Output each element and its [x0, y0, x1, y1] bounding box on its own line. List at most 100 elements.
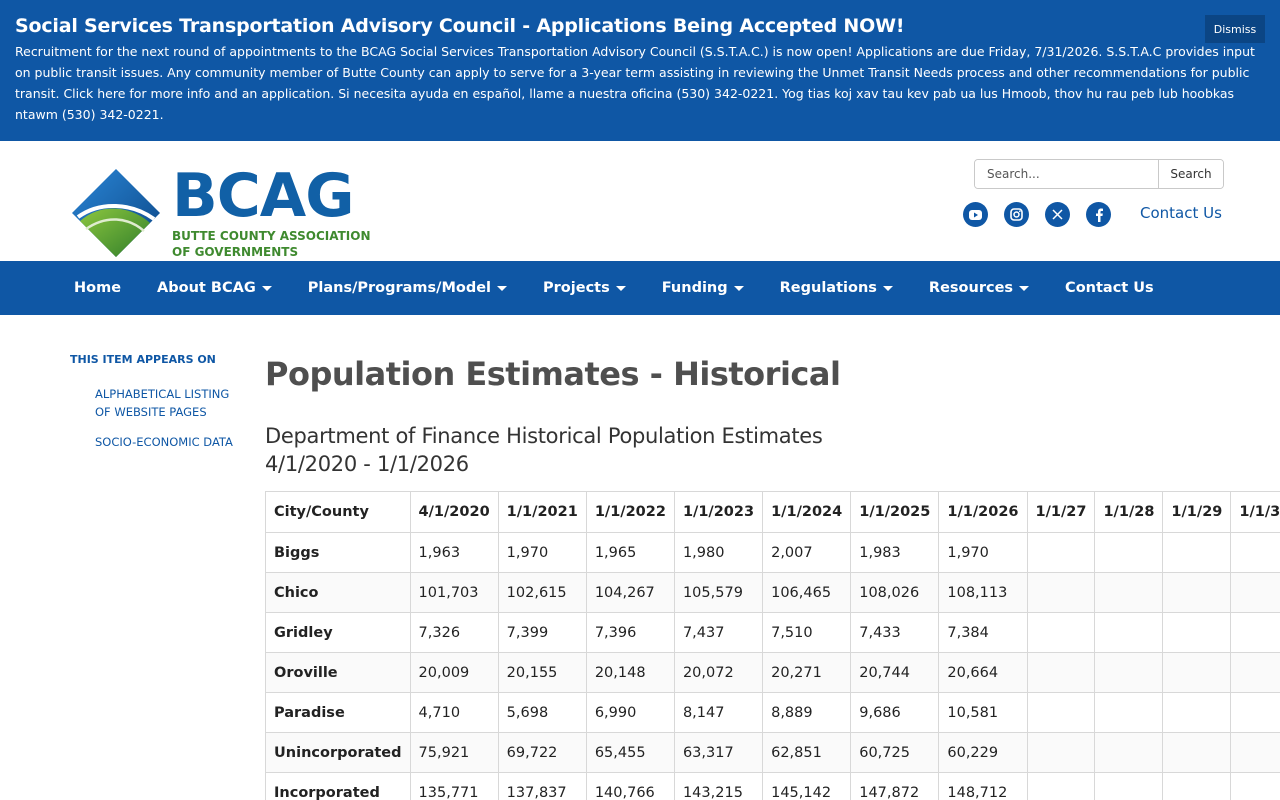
city-name-cell: Chico — [265, 572, 411, 613]
nav-resources[interactable]: Resources — [911, 280, 1047, 296]
population-cell: 9,686 — [850, 692, 940, 733]
nav-home[interactable]: Home — [56, 280, 139, 296]
population-cell: 75,921 — [409, 732, 499, 773]
column-header: 4/1/2020 — [409, 491, 499, 533]
population-cell: 148,712 — [938, 772, 1028, 800]
x-icon[interactable] — [1045, 202, 1070, 227]
nav-label: Regulations — [779, 280, 877, 296]
population-cell: 62,851 — [762, 732, 852, 773]
site-header: BCAG BUTTE COUNTY ASSOCIATION OF GOVERNM… — [0, 141, 1280, 261]
city-name-cell: Incorporated — [265, 772, 411, 800]
table-row: Incorporated 135,771 137,837 140,766 143,215… — [265, 772, 1280, 800]
search-button[interactable]: Search — [1158, 160, 1223, 188]
population-cell: 1,983 — [850, 532, 940, 573]
population-cell: 105,579 — [673, 572, 764, 613]
nav-about-bcag[interactable]: About BCAG — [139, 280, 290, 296]
population-cell — [1026, 772, 1096, 800]
population-cell — [1230, 772, 1280, 800]
population-cell — [1026, 532, 1096, 573]
population-cell — [1162, 612, 1232, 653]
facebook-icon[interactable] — [1086, 202, 1111, 227]
youtube-icon[interactable] — [963, 202, 988, 227]
population-cell: 10,581 — [938, 692, 1028, 733]
population-cell — [1162, 732, 1232, 773]
header-contact-link[interactable]: Contact Us — [1140, 204, 1222, 222]
population-cell: 7,399 — [497, 612, 587, 653]
population-cell — [1094, 652, 1164, 693]
sidebar-heading: THIS ITEM APPEARS ON — [70, 353, 216, 366]
population-cell — [1162, 692, 1232, 733]
bcag-logo[interactable]: BCAG BUTTE COUNTY ASSOCIATION OF GOVERNM… — [70, 161, 371, 262]
population-cell: 4,710 — [409, 692, 499, 733]
search-form: Search — [974, 159, 1224, 189]
population-cell — [1094, 732, 1164, 773]
table-row: Chico 101,703 102,615 104,267 105,579 106,465… — [265, 572, 1280, 613]
logo-wordmark: BCAG — [172, 161, 354, 231]
subtitle-line2: 4/1/2020 - 1/1/2026 — [265, 452, 469, 476]
alert-body[interactable]: Recruitment for the next round of appoin… — [15, 41, 1270, 125]
subtitle-line1: Department of Finance Historical Populat… — [265, 424, 823, 448]
population-cell: 7,384 — [938, 612, 1028, 653]
population-cell: 140,766 — [585, 772, 675, 800]
alert-banner[interactable]: Social Services Transportation Advisory … — [0, 0, 1280, 141]
main-nav: Home About BCAG Plans/Programs/Model Pro… — [0, 261, 1280, 315]
column-header: 1/1/28 — [1094, 491, 1164, 533]
city-name-cell: Unincorporated — [265, 732, 411, 773]
population-cell: 20,155 — [497, 652, 587, 693]
population-cell: 7,437 — [673, 612, 764, 653]
population-table: City/County 4/1/2020 1/1/2021 1/1/2022 1… — [265, 491, 1280, 800]
population-cell — [1026, 652, 1096, 693]
column-header: 1/1/2021 — [497, 491, 587, 533]
column-header: 1/1/2026 — [938, 491, 1028, 533]
caret-down-icon — [882, 285, 893, 291]
sidebar-link-alphabetical-listing[interactable]: ALPHABETICAL LISTING OF WEBSITE PAGES — [95, 385, 240, 421]
column-header: 1/1/2023 — [673, 491, 764, 533]
city-name-cell: Oroville — [265, 652, 411, 693]
nav-label: Projects — [543, 280, 610, 296]
population-cell: 135,771 — [409, 772, 499, 800]
city-name-cell: Paradise — [265, 692, 411, 733]
population-cell: 8,889 — [762, 692, 852, 733]
column-header: 1/1/2024 — [762, 491, 852, 533]
nav-plans-programs-model[interactable]: Plans/Programs/Model — [290, 280, 525, 296]
nav-label: Resources — [928, 280, 1014, 296]
nav-regulations[interactable]: Regulations — [762, 280, 911, 296]
nav-projects[interactable]: Projects — [525, 280, 644, 296]
nav-label: Home — [74, 280, 122, 296]
population-cell: 5,698 — [497, 692, 587, 733]
nav-label: Contact Us — [1065, 280, 1154, 296]
population-cell: 108,026 — [850, 572, 940, 613]
population-cell: 8,147 — [673, 692, 764, 733]
population-cell: 20,271 — [762, 652, 852, 693]
population-cell — [1230, 652, 1280, 693]
table-row: Gridley 7,326 7,399 7,396 7,437 7,510 7,433 7,3… — [265, 612, 1280, 653]
population-cell — [1026, 692, 1096, 733]
alert-title[interactable]: Social Services Transportation Advisory … — [15, 12, 1265, 40]
nav-funding[interactable]: Funding — [644, 280, 762, 296]
population-cell: 60,229 — [938, 732, 1028, 773]
city-name-cell: Biggs — [265, 532, 411, 573]
sidebar-link-socio-economic-data[interactable]: SOCIO-ECONOMIC DATA — [95, 433, 240, 451]
population-cell — [1230, 612, 1280, 653]
dismiss-button[interactable]: Dismiss — [1205, 15, 1265, 43]
nav-label: Plans/Programs/Model — [307, 280, 492, 296]
population-cell: 63,317 — [673, 732, 764, 773]
caret-down-icon — [1019, 285, 1030, 291]
population-cell: 101,703 — [409, 572, 499, 613]
table-body: Biggs 1,963 1,970 1,965 1,980 2,007 1,983 1,970… — [265, 532, 1280, 800]
column-header: 1/1/29 — [1162, 491, 1232, 533]
population-cell: 2,007 — [762, 532, 852, 573]
population-cell: 106,465 — [762, 572, 852, 613]
search-input[interactable] — [975, 160, 1158, 188]
nav-contact-us[interactable]: Contact Us — [1047, 280, 1172, 296]
caret-down-icon — [497, 285, 508, 291]
population-cell: 7,326 — [409, 612, 499, 653]
nav-label: About BCAG — [157, 280, 256, 296]
population-cell — [1162, 772, 1232, 800]
population-cell — [1162, 532, 1232, 573]
page-title: Population Estimates - Historical — [265, 355, 841, 393]
instagram-icon[interactable] — [1004, 202, 1029, 227]
population-cell: 6,990 — [585, 692, 675, 733]
population-cell: 102,615 — [497, 572, 587, 613]
population-cell — [1094, 772, 1164, 800]
